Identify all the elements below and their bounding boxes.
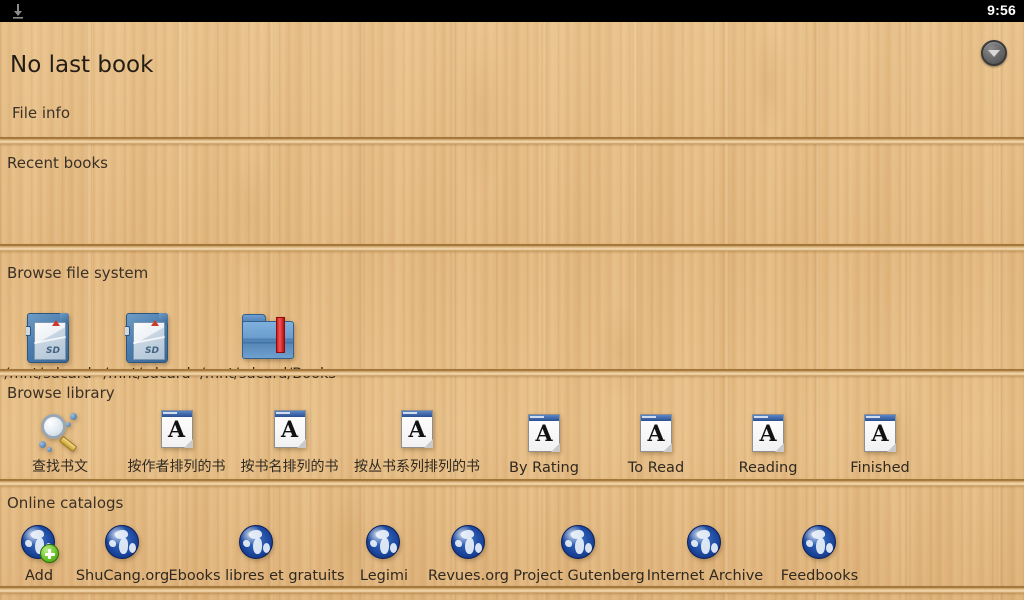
- document-a-icon: A: [160, 410, 193, 448]
- folder-bookmark-icon: [241, 314, 295, 360]
- catalog-item-label: Project Gutenberg: [513, 568, 645, 584]
- expand-collapse-button[interactable]: [981, 40, 1007, 66]
- document-a-icon: A: [752, 414, 784, 452]
- library-item-search[interactable]: 查找书文: [0, 411, 120, 476]
- library-item-by-rating[interactable]: A By Rating: [488, 414, 600, 476]
- section-title-browse-file-system: Browse file system: [7, 264, 149, 282]
- catalog-item-legimi[interactable]: Legimi: [346, 524, 422, 584]
- catalog-item-label: Revues.org: [428, 568, 509, 584]
- shelf-divider: [0, 586, 1024, 593]
- library-item-by-author[interactable]: A 按作者排列的书: [120, 410, 233, 476]
- globe-icon: [450, 524, 488, 562]
- catalog-item-label: Add: [24, 568, 54, 584]
- document-a-icon: A: [864, 414, 896, 452]
- globe-icon: [365, 524, 403, 562]
- document-a-icon: A: [640, 414, 672, 452]
- document-a-icon: A: [401, 410, 433, 448]
- library-item-by-series[interactable]: A 按丛书系列排列的书: [346, 410, 488, 476]
- library-item-label: Finished: [850, 460, 910, 476]
- catalog-item-label: Internet Archive: [646, 568, 764, 584]
- catalog-item-label: Ebooks libres et gratuits: [168, 568, 345, 584]
- globe-icon: [560, 524, 598, 562]
- library-item-label: 按作者排列的书: [127, 459, 226, 475]
- library-item-label: Reading: [738, 460, 798, 476]
- document-a-icon: A: [528, 414, 560, 452]
- catalog-item-feedbooks[interactable]: Feedbooks: [767, 524, 872, 584]
- catalog-item-ebooks-libres[interactable]: Ebooks libres et gratuits: [167, 524, 346, 584]
- page-title: No last book: [10, 52, 154, 78]
- shelf-divider: [0, 137, 1024, 144]
- content-area: No last book File info Recent books Brow…: [0, 22, 1024, 600]
- section-title-recent-books: Recent books: [7, 154, 108, 172]
- library-row: 查找书文 A 按作者排列的书 A 按书名排列的书 A 按丛书系列排列的书 A B…: [0, 404, 936, 476]
- shelf-divider: [0, 479, 1024, 486]
- catalog-item-label: ShuCang.org: [75, 568, 170, 584]
- library-item-label: By Rating: [509, 460, 579, 476]
- catalog-item-shucang[interactable]: ShuCang.org: [75, 524, 170, 584]
- status-clock: 9:56: [987, 2, 1016, 18]
- library-item-label: 查找书文: [32, 459, 88, 475]
- library-item-to-read[interactable]: A To Read: [600, 414, 712, 476]
- library-item-label: 按丛书系列排列的书: [354, 459, 480, 475]
- file-info-label[interactable]: File info: [12, 104, 70, 122]
- app-screen: 9:56 No last book File info Recent books…: [0, 0, 1024, 600]
- globe-icon: [238, 524, 276, 562]
- library-item-label: 按书名排列的书: [240, 459, 339, 475]
- catalog-item-revues[interactable]: Revues.org: [422, 524, 515, 584]
- section-title-online-catalogs: Online catalogs: [7, 494, 124, 512]
- globe-icon: [801, 524, 839, 562]
- library-item-reading[interactable]: A Reading: [712, 414, 824, 476]
- sdcard-icon: SD: [125, 313, 168, 363]
- catalog-item-gutenberg[interactable]: Project Gutenberg: [513, 524, 645, 584]
- globe-icon: [104, 524, 142, 562]
- catalog-item-internet-archive[interactable]: Internet Archive: [643, 524, 767, 584]
- library-item-by-title[interactable]: A 按书名排列的书: [233, 410, 346, 476]
- status-bar: 9:56: [0, 0, 1024, 22]
- search-magnifier-icon: [36, 411, 84, 453]
- library-item-finished[interactable]: A Finished: [824, 414, 936, 476]
- section-title-browse-library: Browse library: [7, 384, 115, 402]
- download-icon: [13, 4, 23, 19]
- catalog-item-label: Legimi: [359, 568, 409, 584]
- library-item-label: To Read: [627, 460, 685, 476]
- shelf-divider: [0, 369, 1024, 376]
- chevron-down-icon: [988, 50, 1000, 57]
- document-a-icon: A: [273, 410, 306, 448]
- sdcard-icon: SD: [26, 313, 69, 363]
- globe-add-icon: [20, 524, 59, 563]
- catalog-item-label: Feedbooks: [780, 568, 859, 584]
- catalog-item-add[interactable]: Add: [0, 524, 78, 584]
- online-catalogs-row: Add ShuCang.org Ebooks libres et gratuit…: [0, 514, 872, 584]
- globe-icon: [686, 524, 724, 562]
- shelf-divider: [0, 244, 1024, 251]
